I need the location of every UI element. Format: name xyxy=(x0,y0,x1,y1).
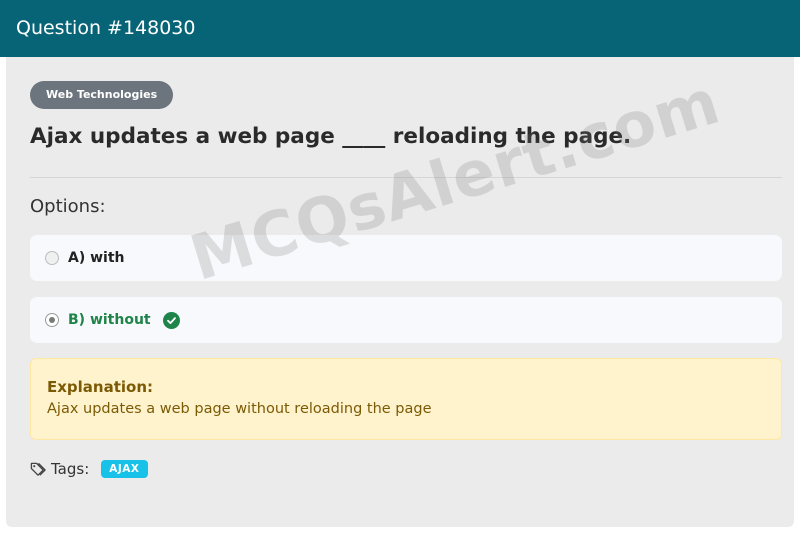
explanation-body: Ajax updates a web page without reloadin… xyxy=(47,401,432,417)
tag-ajax[interactable]: AJAX xyxy=(101,460,148,478)
check-circle-icon xyxy=(162,311,180,329)
option-b-radio[interactable] xyxy=(45,313,59,327)
explanation-box: Explanation: Ajax updates a web page wit… xyxy=(30,358,782,440)
options-heading: Options: xyxy=(30,196,106,217)
option-b-label: B) without xyxy=(68,312,151,328)
option-a-radio[interactable] xyxy=(45,251,59,265)
tags-icon xyxy=(30,461,47,478)
category-badge[interactable]: Web Technologies xyxy=(30,81,174,109)
option-a[interactable]: A) with xyxy=(30,235,782,281)
option-b[interactable]: B) without xyxy=(30,297,782,343)
tags-label: Tags: xyxy=(51,460,90,478)
page-title: Question #148030 xyxy=(0,0,800,57)
divider xyxy=(30,177,782,178)
tags-row: Tags: AJAX xyxy=(30,460,148,478)
explanation-title: Explanation: xyxy=(47,378,154,396)
option-a-label: A) with xyxy=(68,250,125,266)
question-card: Web Technologies Ajax updates a web page… xyxy=(6,0,794,527)
question-text: Ajax updates a web page ____ reloading t… xyxy=(30,124,632,149)
